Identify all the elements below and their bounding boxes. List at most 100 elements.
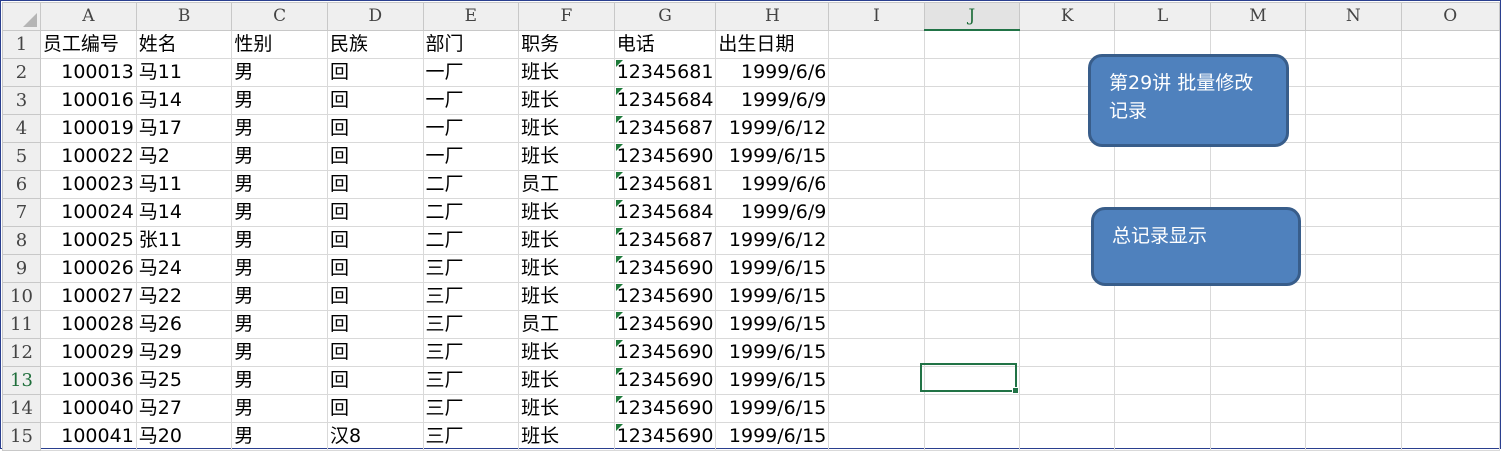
column-header-d[interactable]: D: [326, 2, 424, 31]
cell-b10[interactable]: 马22: [135, 282, 233, 311]
cell-o3[interactable]: [1400, 86, 1501, 115]
cell-g15[interactable]: 12345690: [613, 422, 717, 451]
cell-n15[interactable]: [1305, 422, 1402, 451]
cell-a10[interactable]: 100027: [39, 282, 137, 311]
cell-e14[interactable]: 三厂: [422, 394, 520, 423]
cell-e3[interactable]: 一厂: [422, 86, 520, 115]
fill-handle[interactable]: [1012, 387, 1019, 394]
cell-d15[interactable]: 汉8: [326, 422, 424, 451]
cell-b11[interactable]: 马26: [135, 310, 233, 339]
cell-j7[interactable]: [923, 198, 1020, 227]
row-header[interactable]: 2: [2, 58, 41, 87]
cell-e10[interactable]: 三厂: [422, 282, 520, 311]
row-header[interactable]: 1: [2, 29, 41, 59]
row-header[interactable]: 15: [2, 422, 41, 451]
cell-h13[interactable]: 1999/6/15: [715, 366, 830, 395]
cell-g7[interactable]: 12345684: [613, 198, 717, 227]
cell-l12[interactable]: [1114, 338, 1211, 367]
cell-a2[interactable]: 100013: [39, 58, 137, 87]
cell-f9[interactable]: 班长: [518, 254, 615, 283]
cell-e15[interactable]: 三厂: [422, 422, 520, 451]
cell-b4[interactable]: 马17: [135, 114, 233, 143]
cell-n13[interactable]: [1305, 366, 1402, 395]
cell-o13[interactable]: [1400, 366, 1501, 395]
cell-f3[interactable]: 班长: [518, 86, 615, 115]
cell-k10[interactable]: [1018, 282, 1116, 311]
cell-h15[interactable]: 1999/6/15: [715, 422, 830, 451]
cell-o8[interactable]: [1400, 226, 1501, 255]
cell-o9[interactable]: [1400, 254, 1501, 283]
cell-a14[interactable]: 100040: [39, 394, 137, 423]
cell-b8[interactable]: 张11: [135, 226, 233, 255]
active-cell-selection[interactable]: [920, 363, 1019, 394]
cell-d11[interactable]: 回: [326, 310, 424, 339]
cell-g9[interactable]: 12345690: [613, 254, 717, 283]
cell-c15[interactable]: 男: [231, 422, 328, 451]
cell-j11[interactable]: [923, 310, 1020, 339]
cell-o1[interactable]: [1400, 29, 1501, 59]
column-header-f[interactable]: F: [518, 2, 615, 31]
column-header-j[interactable]: J: [923, 2, 1020, 31]
cell-n12[interactable]: [1305, 338, 1402, 367]
row-header[interactable]: 8: [2, 226, 41, 255]
cell-d13[interactable]: 回: [326, 366, 424, 395]
row-header[interactable]: 5: [2, 142, 41, 171]
cell-c1[interactable]: 性别: [231, 29, 328, 59]
cell-j3[interactable]: [923, 86, 1020, 115]
cell-m6[interactable]: [1209, 170, 1307, 199]
cell-j2[interactable]: [923, 58, 1020, 87]
column-header-n[interactable]: N: [1305, 2, 1402, 31]
column-header-i[interactable]: I: [828, 2, 925, 31]
cell-i10[interactable]: [828, 282, 925, 311]
row-header[interactable]: 10: [2, 282, 41, 311]
cell-b2[interactable]: 马11: [135, 58, 233, 87]
cell-d2[interactable]: 回: [326, 58, 424, 87]
column-header-o[interactable]: O: [1400, 2, 1501, 31]
cell-o11[interactable]: [1400, 310, 1501, 339]
cell-f4[interactable]: 班长: [518, 114, 615, 143]
cell-e8[interactable]: 二厂: [422, 226, 520, 255]
cell-f12[interactable]: 班长: [518, 338, 615, 367]
cell-i2[interactable]: [828, 58, 925, 87]
cell-d4[interactable]: 回: [326, 114, 424, 143]
cell-h8[interactable]: 1999/6/12: [715, 226, 830, 255]
cell-d3[interactable]: 回: [326, 86, 424, 115]
cell-e5[interactable]: 一厂: [422, 142, 520, 171]
cell-c10[interactable]: 男: [231, 282, 328, 311]
cell-g12[interactable]: 12345690: [613, 338, 717, 367]
lesson-title-button[interactable]: 第29讲 批量修改记录: [1088, 54, 1289, 147]
cell-g14[interactable]: 12345690: [613, 394, 717, 423]
column-header-e[interactable]: E: [422, 2, 520, 31]
cell-h3[interactable]: 1999/6/9: [715, 86, 830, 115]
cell-d5[interactable]: 回: [326, 142, 424, 171]
cell-c8[interactable]: 男: [231, 226, 328, 255]
cell-i1[interactable]: [828, 29, 925, 59]
cell-o5[interactable]: [1400, 142, 1501, 171]
cell-k13[interactable]: [1018, 366, 1116, 395]
cell-h7[interactable]: 1999/6/9: [715, 198, 830, 227]
cell-l6[interactable]: [1114, 170, 1211, 199]
cell-d8[interactable]: 回: [326, 226, 424, 255]
cell-c6[interactable]: 男: [231, 170, 328, 199]
cell-f5[interactable]: 班长: [518, 142, 615, 171]
cell-g2[interactable]: 12345681: [613, 58, 717, 87]
cell-h11[interactable]: 1999/6/15: [715, 310, 830, 339]
cell-c3[interactable]: 男: [231, 86, 328, 115]
cell-f14[interactable]: 班长: [518, 394, 615, 423]
cell-c14[interactable]: 男: [231, 394, 328, 423]
cell-j14[interactable]: [923, 394, 1020, 423]
cell-m13[interactable]: [1209, 366, 1307, 395]
cell-a9[interactable]: 100026: [39, 254, 137, 283]
cell-l13[interactable]: [1114, 366, 1211, 395]
cell-h2[interactable]: 1999/6/6: [715, 58, 830, 87]
cell-i15[interactable]: [828, 422, 925, 451]
cell-o14[interactable]: [1400, 394, 1501, 423]
cell-m11[interactable]: [1209, 310, 1307, 339]
row-header[interactable]: 7: [2, 198, 41, 227]
cell-i3[interactable]: [828, 86, 925, 115]
cell-n1[interactable]: [1305, 29, 1402, 59]
cell-d6[interactable]: 回: [326, 170, 424, 199]
cell-o7[interactable]: [1400, 198, 1501, 227]
row-header[interactable]: 3: [2, 86, 41, 115]
cell-c4[interactable]: 男: [231, 114, 328, 143]
